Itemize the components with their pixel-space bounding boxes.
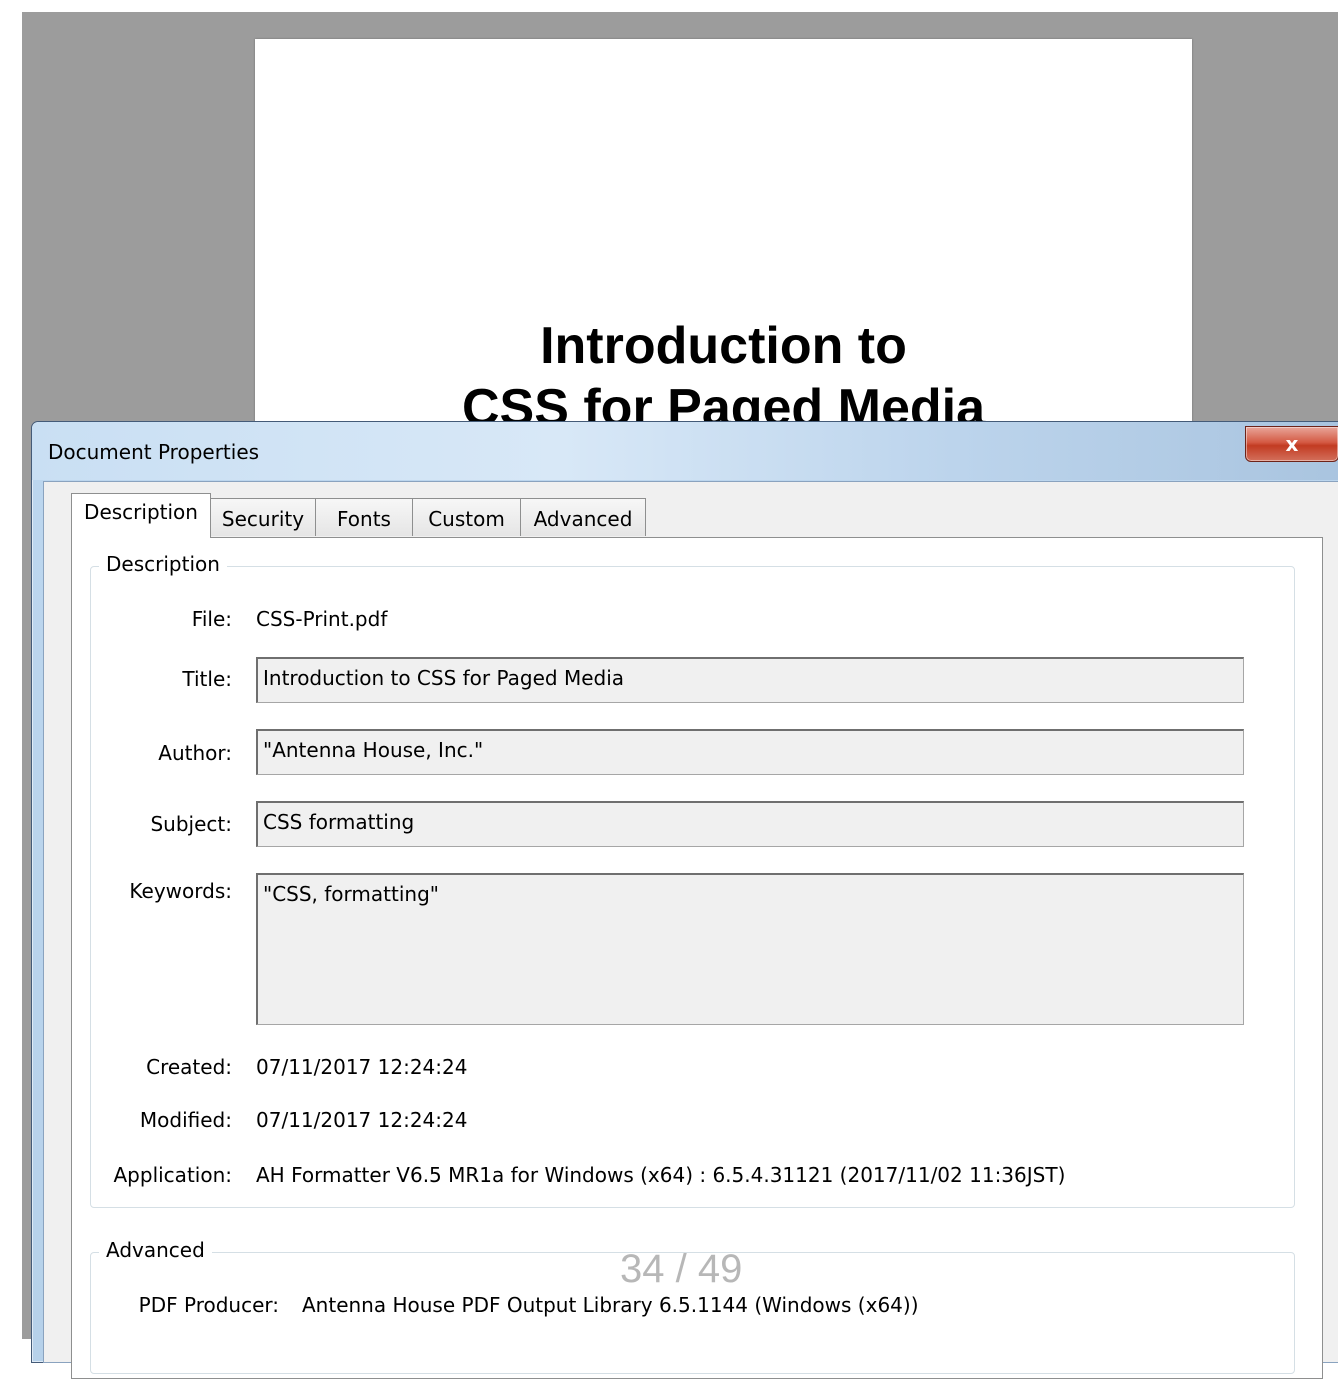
modified-label: Modified: bbox=[139, 1108, 232, 1132]
document-properties-dialog: Document Properties x Description Securi… bbox=[31, 421, 1338, 1379]
pdf-page: Introduction to CSS for Paged Media bbox=[255, 39, 1192, 439]
group-legend: Advanced bbox=[99, 1238, 212, 1262]
pdf-producer-value: Antenna House PDF Output Library 6.5.114… bbox=[302, 1293, 919, 1317]
close-icon: x bbox=[1285, 432, 1299, 456]
author-label: Author: bbox=[158, 741, 232, 765]
created-label: Created: bbox=[146, 1055, 232, 1079]
title-label: Title: bbox=[182, 667, 232, 691]
title-field[interactable]: Introduction to CSS for Paged Media bbox=[256, 657, 1244, 703]
tab-advanced[interactable]: Advanced bbox=[520, 498, 646, 536]
file-label: File: bbox=[191, 607, 232, 631]
tab-label: Security bbox=[221, 507, 305, 531]
keywords-label: Keywords: bbox=[129, 879, 232, 903]
description-groupbox: Description File: CSS-Print.pdf Title: I… bbox=[90, 552, 1295, 1208]
file-value: CSS-Print.pdf bbox=[256, 607, 388, 631]
created-value: 07/11/2017 12:24:24 bbox=[256, 1055, 468, 1079]
dialog-title: Document Properties bbox=[48, 440, 260, 464]
modified-value: 07/11/2017 12:24:24 bbox=[256, 1108, 468, 1132]
document-heading-line-1: Introduction to bbox=[540, 317, 907, 375]
tab-label: Custom bbox=[428, 507, 505, 531]
tab-security[interactable]: Security bbox=[210, 498, 316, 536]
tab-fonts[interactable]: Fonts bbox=[315, 498, 413, 536]
dialog-client-area: Description Security Fonts Custom Advanc… bbox=[43, 481, 1338, 1379]
tab-label: Description bbox=[84, 500, 198, 524]
dialog-titlebar[interactable]: Document Properties x bbox=[32, 422, 1338, 480]
keywords-field[interactable]: "CSS, formatting" bbox=[256, 873, 1244, 1025]
author-field[interactable]: "Antenna House, Inc." bbox=[256, 729, 1244, 775]
application-label: Application: bbox=[113, 1163, 233, 1187]
close-button[interactable]: x bbox=[1245, 426, 1338, 462]
tab-description[interactable]: Description bbox=[71, 493, 211, 538]
tab-label: Advanced bbox=[533, 507, 633, 531]
tab-custom[interactable]: Custom bbox=[412, 498, 521, 536]
group-legend: Description bbox=[99, 552, 227, 576]
tab-label: Fonts bbox=[337, 507, 391, 531]
page-counter-overlay: 34 / 49 bbox=[620, 1247, 743, 1291]
subject-label: Subject: bbox=[150, 812, 232, 836]
application-value: AH Formatter V6.5 MR1a for Windows (x64)… bbox=[256, 1163, 1066, 1187]
pdf-producer-label: PDF Producer: bbox=[138, 1293, 279, 1317]
subject-field[interactable]: CSS formatting bbox=[256, 801, 1244, 847]
